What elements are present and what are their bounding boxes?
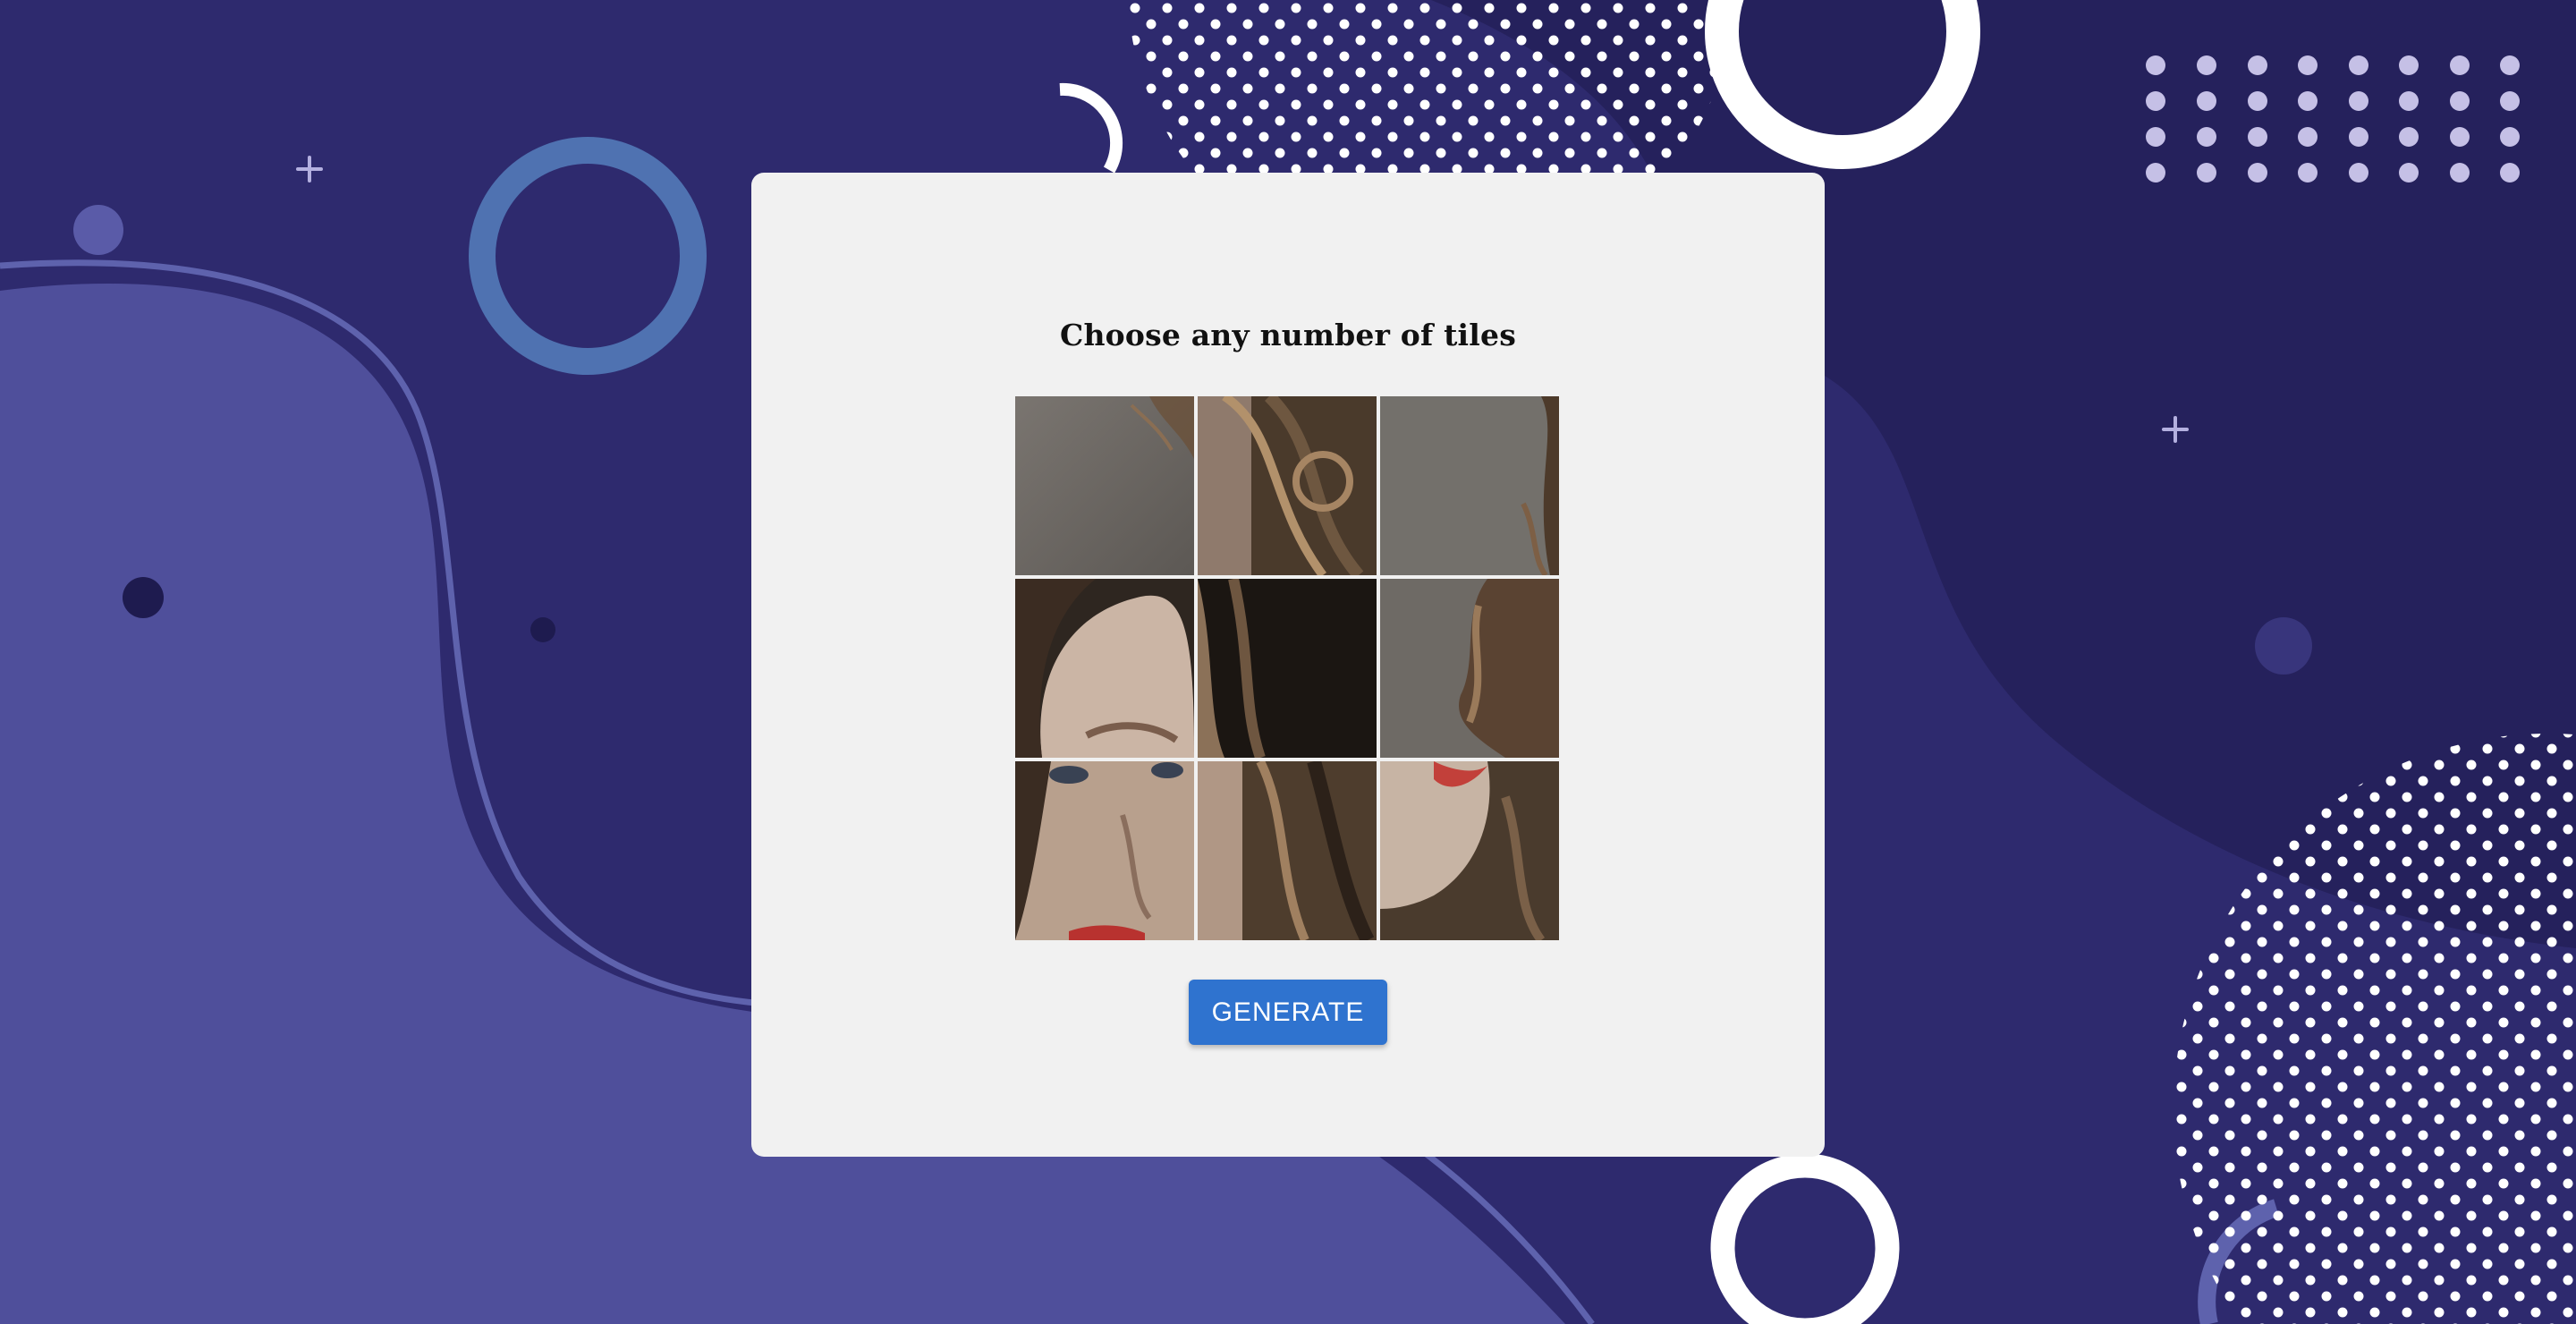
image-tile[interactable] [1015, 579, 1194, 758]
image-tile[interactable] [1380, 761, 1559, 940]
image-tile[interactable] [1198, 396, 1377, 575]
tile-image [1380, 396, 1559, 575]
image-tile[interactable] [1015, 761, 1194, 940]
tile-image [1380, 761, 1559, 940]
image-tile[interactable] [1198, 761, 1377, 940]
image-tile[interactable] [1380, 579, 1559, 758]
tile-image [1015, 396, 1194, 575]
generate-button[interactable]: GENERATE [1189, 980, 1387, 1045]
image-tile[interactable] [1198, 579, 1377, 758]
tile-image [1198, 761, 1377, 940]
image-tile[interactable] [1015, 396, 1194, 575]
tile-image [1198, 579, 1377, 758]
tile-image [1198, 396, 1377, 575]
tile-grid [1015, 396, 1561, 944]
tile-image [1380, 579, 1559, 758]
page-title: Choose any number of tiles [1059, 318, 1516, 352]
image-tile[interactable] [1380, 396, 1559, 575]
tile-image [1015, 579, 1194, 758]
tile-image [1015, 761, 1194, 940]
